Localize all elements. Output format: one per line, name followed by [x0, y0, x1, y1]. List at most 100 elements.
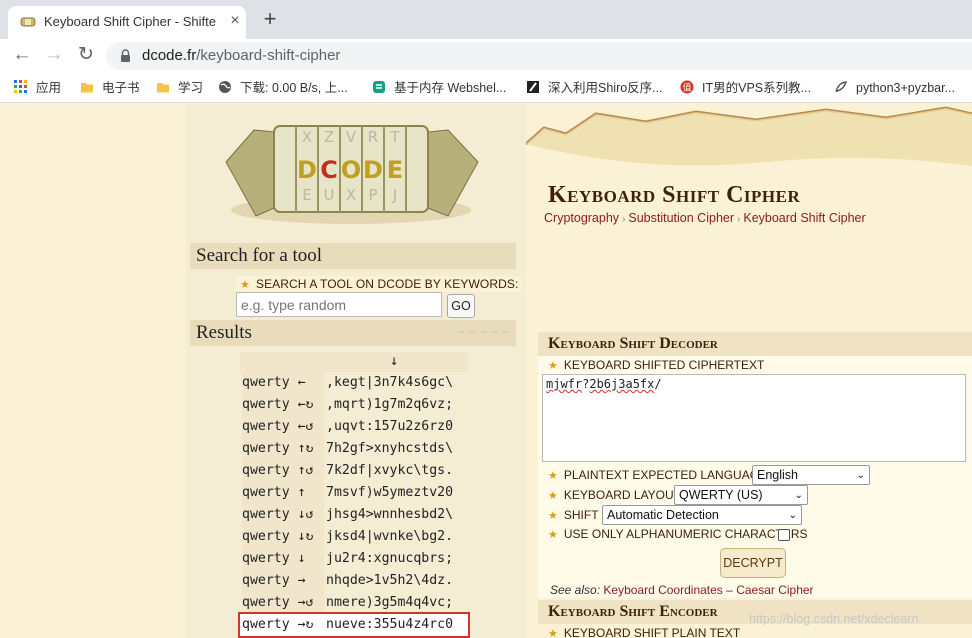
watermark: https://blog.csdn.net/xdeclearn — [749, 612, 919, 626]
url-text: dcode.fr/keyboard-shift-cipher — [142, 47, 340, 64]
shift-label: ★ SHIFT — [548, 508, 599, 522]
chevron-down-icon: ⌄ — [856, 470, 865, 481]
result-method: qwerty ↓ — [242, 548, 324, 570]
layout-label: ★ KEYBOARD LAYOUT — [548, 488, 681, 502]
result-row[interactable]: qwerty ↓ ju2r4:xgnucqbrs; — [240, 548, 468, 570]
svg-text:D: D — [297, 156, 317, 184]
chevron-down-icon: ⌄ — [788, 510, 797, 521]
result-row[interactable]: qwerty ↓↺ jhsg4>wnnhesbd2\ — [240, 504, 468, 526]
link-keyboard-coordinates[interactable]: Keyboard Coordinates — [603, 583, 722, 597]
bookmark-label: 基于内存 Webshel... — [394, 81, 507, 95]
result-method: qwerty ←↺ — [242, 416, 324, 438]
chevron-down-icon: ⌄ — [794, 490, 803, 501]
result-text: jhsg4>wnnhesbd2\ — [326, 507, 454, 522]
url-host: dcode.fr — [142, 47, 197, 64]
tab-close-icon[interactable]: × — [226, 12, 244, 30]
result-text: ju2r4:xgnucqbrs; — [326, 551, 454, 566]
url-field[interactable]: dcode.fr/keyboard-shift-cipher — [106, 42, 972, 70]
results-header-row[interactable]: ↓ — [240, 352, 468, 372]
sort-arrow-icon[interactable]: ↓ — [390, 353, 398, 369]
layout-select[interactable]: QWERTY (US) ⌄ — [674, 485, 808, 505]
ciphertext-part: / — [654, 377, 662, 391]
plaintext-label-text: KEYBOARD SHIFT PLAIN TEXT — [563, 626, 741, 638]
svg-text:T: T — [389, 128, 400, 146]
new-tab-button[interactable]: + — [258, 8, 282, 32]
result-method: qwerty →↺ — [242, 592, 324, 614]
ciphertext-part: mjwfr — [546, 377, 583, 391]
result-row-highlighted[interactable]: qwerty →↻ nueve:355u4z4rc0 — [238, 612, 470, 638]
breadcrumb-current[interactable]: Keyboard Shift Cipher — [743, 211, 865, 225]
breadcrumb-separator-icon: › — [622, 214, 626, 225]
address-bar: ← → ↻ dcode.fr/keyboard-shift-cipher — [0, 39, 972, 72]
bookmark-shiro[interactable]: 深入利用Shiro反序... — [526, 79, 663, 97]
result-row[interactable]: qwerty ← ,kegt|3n7k4s6gc\ — [240, 372, 468, 394]
browser-tab-active[interactable]: Keyboard Shift Cipher - Shifte × — [8, 6, 246, 39]
result-text: ,mqrt)1g7m2q6vz; — [326, 397, 454, 412]
star-icon: ★ — [548, 628, 558, 638]
result-method: qwerty → — [242, 570, 324, 592]
language-select[interactable]: English ⌄ — [752, 465, 870, 485]
layout-label-text: KEYBOARD LAYOUT — [563, 488, 682, 502]
svg-text:E: E — [387, 156, 403, 184]
decoder-heading: Keyboard Shift Decoder — [538, 332, 972, 356]
result-row[interactable]: qwerty ←↺ ,uqvt:157u2z6rz0 — [240, 416, 468, 438]
result-method: qwerty ↑ — [242, 482, 324, 504]
ciphertext-part: 2b6j3a5fx — [589, 377, 655, 391]
result-row[interactable]: qwerty ↑ 7msvf)w5ymeztv20 — [240, 482, 468, 504]
search-keywords-text: SEARCH A TOOL ON DCODE BY KEYWORDS: — [255, 277, 519, 291]
see-also-label: See also: — [550, 583, 601, 597]
shift-select[interactable]: Automatic Detection ⌄ — [602, 505, 802, 525]
search-input[interactable] — [236, 292, 442, 317]
svg-text:P: P — [368, 186, 377, 204]
bookmark-vps[interactable]: 值 IT男的VPS系列教... — [680, 79, 811, 97]
folder-icon — [81, 83, 93, 93]
back-arrow-icon[interactable]: ← — [10, 43, 34, 67]
result-method: qwerty ↓↻ — [242, 526, 324, 548]
bookmark-download-speed[interactable]: 下载: 0.00 B/s, 上... — [218, 79, 348, 97]
result-text: nmere)3g5m4q4vc; — [326, 595, 454, 610]
result-row[interactable]: qwerty →↺ nmere)3g5m4q4vc; — [240, 592, 468, 614]
decrypt-button[interactable]: DECRYPT — [720, 548, 786, 578]
result-text: ,kegt|3n7k4s6gc\ — [326, 375, 454, 390]
bookmark-pyzbar[interactable]: python3+pyzbar... — [834, 79, 955, 97]
result-text: 7h2gf>xnyhcstds\ — [326, 441, 454, 456]
breadcrumb-cryptography[interactable]: Cryptography — [544, 211, 619, 225]
result-row[interactable]: qwerty ←↻ ,mqrt)1g7m2q6vz; — [240, 394, 468, 416]
alnum-label-text: USE ONLY ALPHANUMERIC CHARACTERS — [563, 527, 808, 541]
bookmark-label: 下载: 0.00 B/s, 上... — [240, 81, 348, 95]
lock-icon — [121, 49, 130, 62]
dcode-favicon-icon — [20, 17, 36, 27]
bookmark-webshell[interactable]: 基于内存 Webshel... — [372, 79, 506, 97]
reload-icon[interactable]: ↻ — [74, 43, 98, 67]
dcode-logo[interactable]: XZVRT EUXPJ D C O D E — [216, 112, 486, 230]
result-row[interactable]: qwerty ↑↻ 7h2gf>xnyhcstds\ — [240, 438, 468, 460]
alnum-label: ★ USE ONLY ALPHANUMERIC CHARACTERS — [548, 527, 807, 541]
svg-text:E: E — [302, 186, 311, 204]
result-method: qwerty ↑↺ — [242, 460, 324, 482]
svg-text:值: 值 — [682, 82, 691, 94]
result-row[interactable]: qwerty ↓↻ jksd4|wvnke\bg2. — [240, 526, 468, 548]
result-method: qwerty ↓↺ — [242, 504, 324, 526]
result-row[interactable]: qwerty ↑↺ 7k2df|xvykc\tgs. — [240, 460, 468, 482]
ciphertext-label: ★ KEYBOARD SHIFTED CIPHERTEXT — [548, 358, 764, 372]
svg-text:O: O — [341, 156, 361, 184]
globe-icon — [219, 81, 231, 93]
feather-icon — [835, 81, 847, 93]
bookmark-ebooks[interactable]: 电子书 — [80, 79, 140, 97]
red-circle-icon: 值 — [680, 80, 694, 94]
bookmark-study[interactable]: 学习 — [156, 79, 203, 97]
star-icon: ★ — [548, 360, 558, 372]
link-caesar-cipher[interactable]: Caesar Cipher — [736, 583, 813, 597]
breadcrumb-substitution[interactable]: Substitution Cipher — [628, 211, 734, 225]
bookmark-apps[interactable]: 应用 — [14, 79, 61, 97]
result-text: ,uqvt:157u2z6rz0 — [326, 419, 454, 434]
forward-arrow-icon[interactable]: → — [42, 43, 66, 67]
ciphertext-textarea[interactable]: mjwfr?2b6j3a5fx/ — [542, 374, 966, 462]
star-icon: ★ — [240, 279, 250, 291]
plaintext-label: ★ KEYBOARD SHIFT PLAIN TEXT — [548, 626, 740, 638]
alnum-checkbox[interactable] — [778, 529, 790, 541]
result-row[interactable]: qwerty → nhqde>1v5h2\4dz. — [240, 570, 468, 592]
browser-tabstrip: Keyboard Shift Cipher - Shifte × + — [0, 0, 972, 39]
breadcrumb: Cryptography › Substitution Cipher › Keyboar… — [544, 211, 866, 225]
go-button[interactable]: GO — [447, 294, 475, 318]
